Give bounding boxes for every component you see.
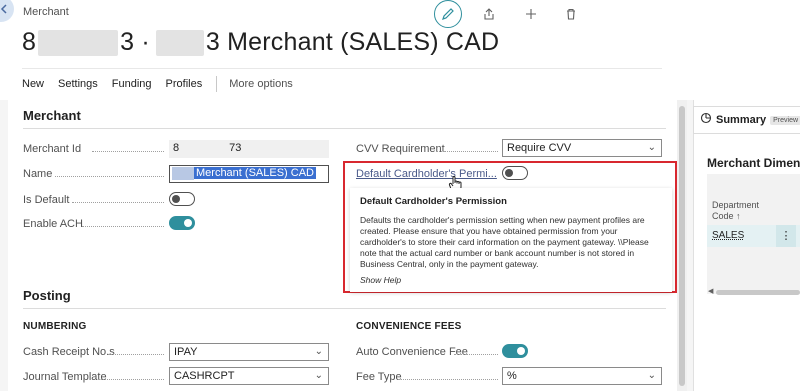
- tooltip-body: Defaults the cardholder's permission set…: [360, 215, 649, 269]
- scrollbar-thumb[interactable]: [679, 106, 685, 386]
- is-default-label: Is Default: [23, 194, 70, 206]
- label-dots: [72, 202, 164, 203]
- chevron-down-icon: ⌄: [647, 142, 656, 153]
- is-default-toggle[interactable]: [169, 192, 195, 206]
- summary-label: Summary: [716, 114, 767, 126]
- label-dots: [92, 151, 164, 152]
- section-title-posting[interactable]: Posting: [23, 288, 71, 303]
- auto-convenience-fee-label: Auto Convenience Fee: [356, 346, 468, 358]
- department-code-cell[interactable]: SALES: [712, 230, 744, 241]
- share-icon[interactable]: [479, 4, 499, 24]
- cvv-requirement-label: CVV Requirement: [356, 143, 445, 155]
- fee-type-label: Fee Type: [356, 371, 402, 383]
- label-dots: [436, 151, 498, 152]
- horizontal-scrollbar[interactable]: [716, 290, 800, 295]
- more-options-button[interactable]: More options: [229, 76, 293, 92]
- preview-badge: Preview: [770, 115, 800, 125]
- merchant-id-label: Merchant Id: [23, 143, 82, 155]
- fee-type-select[interactable]: % ⌄: [502, 367, 662, 385]
- back-arrow-icon[interactable]: [0, 0, 14, 22]
- redacted-block: [38, 29, 119, 56]
- breadcrumb[interactable]: Merchant: [23, 6, 69, 18]
- section-title-merchant[interactable]: Merchant: [23, 108, 81, 123]
- chevron-down-icon: ⌄: [314, 370, 323, 381]
- summary-icon: [700, 111, 712, 129]
- tooltip-card: Default Cardholder's Permission Defaults…: [350, 188, 672, 292]
- redacted-block: [155, 29, 204, 56]
- action-funding[interactable]: Funding: [112, 76, 152, 92]
- edit-pencil-icon[interactable]: [434, 0, 462, 28]
- scroll-left-icon[interactable]: ◀: [708, 287, 713, 295]
- convenience-fees-subtitle: CONVENIENCE FEES: [356, 321, 462, 332]
- enable-ach-label: Enable ACH: [23, 218, 83, 230]
- cash-receipt-select[interactable]: IPAY ⌄: [169, 343, 329, 361]
- page-header: Merchant 8 3 · 3 Merchant (SALES) CAD Ne…: [0, 0, 800, 100]
- section-divider: [23, 308, 666, 309]
- tooltip-title: Default Cardholder's Permission: [360, 196, 507, 207]
- journal-template-label: Journal Template: [23, 371, 107, 383]
- label-dots: [108, 354, 164, 355]
- row-menu-icon[interactable]: ⋮: [776, 225, 796, 247]
- merchant-id-field: 8 73: [169, 140, 329, 158]
- header-toolbar: [434, 0, 581, 28]
- label-dots: [55, 176, 164, 177]
- default-permission-toggle[interactable]: [502, 166, 528, 180]
- chevron-down-icon: ⌄: [647, 370, 656, 381]
- action-bar: New Settings Funding Profiles More optio…: [22, 68, 662, 98]
- chevron-down-icon: ⌄: [314, 346, 323, 357]
- page-title: 8 3 · 3 Merchant (SALES) CAD: [22, 28, 500, 56]
- action-profiles[interactable]: Profiles: [166, 76, 203, 92]
- numbering-subtitle: NUMBERING: [23, 321, 87, 332]
- name-label: Name: [23, 168, 53, 180]
- section-divider: [23, 128, 666, 129]
- label-dots: [454, 354, 498, 355]
- label-dots: [82, 226, 164, 227]
- action-settings[interactable]: Settings: [58, 76, 98, 92]
- journal-template-select[interactable]: CASHRCPT ⌄: [169, 367, 329, 385]
- show-help-link[interactable]: Show Help: [360, 275, 662, 285]
- cash-receipt-label: Cash Receipt No.s: [23, 346, 115, 358]
- summary-tab[interactable]: Summary Preview: [693, 106, 800, 134]
- merchant-dimensions-title[interactable]: Merchant Dimens: [707, 156, 800, 170]
- add-icon[interactable]: [521, 4, 541, 24]
- default-cardholder-permission-label[interactable]: Default Cardholder's Permi...: [356, 168, 497, 180]
- cvv-requirement-select[interactable]: Require CVV ⌄: [502, 139, 662, 157]
- enable-ach-toggle[interactable]: [169, 216, 195, 230]
- redacted-block: [172, 167, 194, 180]
- label-dots: [98, 379, 164, 380]
- auto-convenience-fee-toggle[interactable]: [502, 344, 528, 358]
- name-input[interactable]: Merchant (SALES) CAD: [169, 165, 329, 183]
- label-dots: [398, 379, 498, 380]
- action-new[interactable]: New: [22, 76, 44, 92]
- delete-trash-icon[interactable]: [561, 4, 581, 24]
- action-divider: [216, 75, 218, 92]
- department-code-header[interactable]: Department Code ↑: [712, 200, 772, 222]
